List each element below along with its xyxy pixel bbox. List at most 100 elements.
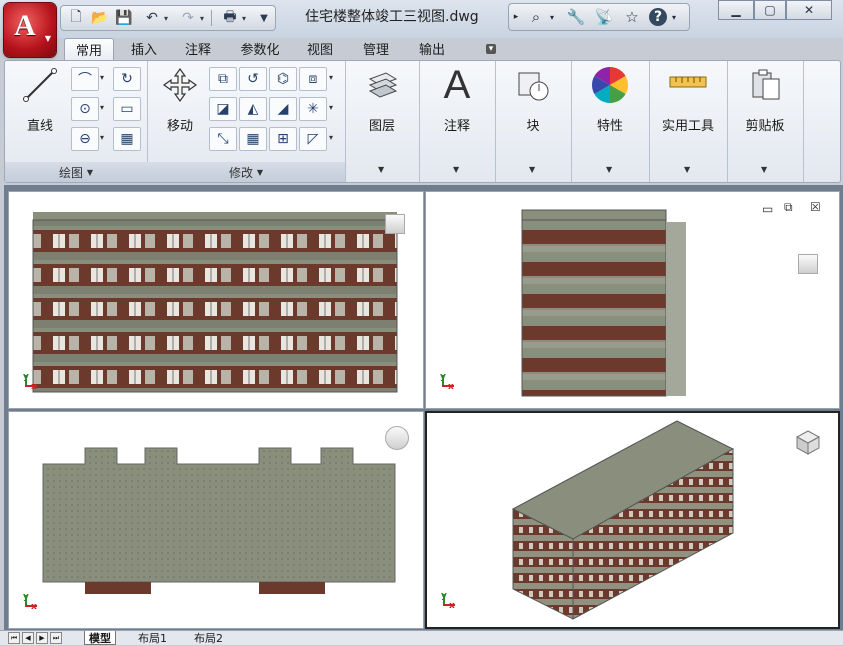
tab-layout1[interactable]: 布局1 bbox=[134, 631, 171, 645]
undo-dropdown-icon[interactable]: ▾ bbox=[161, 8, 171, 28]
utilities-button[interactable]: 实用工具 bbox=[653, 65, 723, 134]
annotation-dropdown-icon[interactable]: ▼ bbox=[453, 165, 459, 174]
layers-panel: 图层 ▼ bbox=[345, 61, 420, 182]
help-icon[interactable]: ? bbox=[649, 8, 667, 26]
tab-model[interactable]: 模型 bbox=[84, 631, 116, 645]
explode-icon[interactable]: ✳ bbox=[299, 97, 327, 121]
circle-dropdown-icon[interactable]: ▾ bbox=[100, 103, 104, 112]
tab-output[interactable]: 输出 bbox=[408, 38, 456, 59]
viewcube-isometric[interactable] bbox=[795, 429, 821, 455]
tab-view[interactable]: 视图 bbox=[296, 38, 344, 59]
circle-icon[interactable]: ⊙ bbox=[71, 97, 99, 121]
communication-center-icon[interactable]: 📡 bbox=[593, 7, 615, 27]
move-icon bbox=[160, 65, 200, 105]
chamfer-icon[interactable]: ◸ bbox=[299, 127, 327, 151]
annotation-button[interactable]: A 注释 bbox=[431, 63, 483, 135]
utilities-dropdown-icon[interactable]: ▼ bbox=[684, 165, 690, 174]
fillet-icon[interactable]: ◢ bbox=[269, 97, 297, 121]
clipboard-icon bbox=[745, 65, 785, 105]
trim-icon[interactable]: ⌬ bbox=[269, 67, 297, 91]
redo-dropdown-icon[interactable]: ▾ bbox=[197, 8, 207, 28]
save-icon[interactable]: 💾 bbox=[113, 8, 135, 28]
block-button[interactable]: 块 bbox=[507, 65, 559, 134]
ucs-icon: yx bbox=[23, 372, 37, 392]
close-button[interactable]: ✕ bbox=[786, 0, 832, 20]
last-layout-icon[interactable]: ⏭ bbox=[50, 632, 62, 644]
binoculars-icon[interactable]: ⌕ bbox=[525, 7, 547, 27]
maximize-button[interactable]: ▢ bbox=[754, 0, 786, 20]
redo-icon[interactable]: ↷ bbox=[177, 8, 199, 28]
polyline-dropdown-icon[interactable]: ▾ bbox=[100, 73, 104, 82]
expand-search-icon[interactable]: ▸ bbox=[511, 7, 521, 27]
polyline-icon[interactable]: ⌒ bbox=[71, 67, 99, 91]
search-dropdown-icon[interactable]: ▾ bbox=[547, 7, 557, 27]
hatch-icon[interactable]: ▦ bbox=[113, 127, 141, 151]
explode-dropdown-icon[interactable]: ▾ bbox=[329, 103, 333, 112]
clipboard-dropdown-icon[interactable]: ▼ bbox=[761, 165, 767, 174]
first-layout-icon[interactable]: ⏮ bbox=[8, 632, 20, 644]
subscription-icon[interactable]: 🔧 bbox=[565, 7, 587, 27]
prev-layout-icon[interactable]: ◀ bbox=[22, 632, 34, 644]
help-dropdown-icon[interactable]: ▾ bbox=[669, 7, 679, 27]
tab-manage[interactable]: 管理 bbox=[352, 38, 400, 59]
ellipse-dropdown-icon[interactable]: ▾ bbox=[100, 133, 104, 142]
properties-button[interactable]: 特性 bbox=[583, 65, 637, 134]
viewport-restore-icon[interactable]: ⧉ bbox=[784, 200, 793, 215]
rotate-icon[interactable]: ↺ bbox=[239, 67, 267, 91]
ellipse-icon[interactable]: ⊖ bbox=[71, 127, 99, 151]
line-button[interactable]: 直线 bbox=[15, 65, 65, 134]
tab-parametric[interactable]: 参数化 bbox=[230, 38, 290, 59]
block-icon bbox=[513, 65, 553, 105]
viewport-plan[interactable]: yx bbox=[8, 411, 424, 629]
layers-button[interactable]: 图层 bbox=[357, 65, 407, 134]
ribbon-minimize-icon[interactable]: ▾ bbox=[478, 38, 504, 59]
application-menu-button[interactable]: A ▼ bbox=[4, 3, 56, 57]
array-icon[interactable]: ▦ bbox=[239, 127, 267, 151]
viewport-close-icon[interactable]: ☒ bbox=[810, 200, 821, 214]
erase-icon[interactable]: ⧈ bbox=[299, 67, 327, 91]
move-button[interactable]: 移动 bbox=[155, 65, 205, 134]
roof-plan-drawing bbox=[42, 447, 396, 594]
drawing-workspace[interactable]: yx ▭ ⧉ ☒ yx y x y x bbox=[4, 185, 843, 630]
app-menu-dropdown-icon: ▼ bbox=[44, 34, 51, 43]
title-bar: 🗋 📂 💾 ↶ ▾ ↷ ▾ 🖶 ▾ ▼ 住宅楼整体竣工三视图.dwg ▸ ⌕ ▾… bbox=[0, 0, 843, 38]
viewcube-front[interactable] bbox=[385, 214, 405, 234]
draw-panel-label[interactable]: 绘图 ▼ bbox=[5, 162, 147, 182]
stretch-icon[interactable]: ◪ bbox=[209, 97, 237, 121]
viewcube-side[interactable] bbox=[798, 254, 818, 274]
tab-annotate[interactable]: 注释 bbox=[174, 38, 222, 59]
chamfer-dropdown-icon[interactable]: ▾ bbox=[329, 133, 333, 142]
print-icon[interactable]: 🖶 bbox=[219, 8, 241, 28]
print-dropdown-icon[interactable]: ▾ bbox=[239, 8, 249, 28]
minimize-button[interactable]: ▁ bbox=[718, 0, 754, 20]
next-layout-icon[interactable]: ▶ bbox=[36, 632, 48, 644]
layers-icon bbox=[362, 65, 402, 105]
viewport-isometric[interactable]: yx bbox=[425, 411, 840, 629]
layers-dropdown-icon[interactable]: ▼ bbox=[378, 165, 384, 174]
new-file-icon[interactable]: 🗋 bbox=[65, 8, 87, 28]
properties-dropdown-icon[interactable]: ▼ bbox=[606, 165, 612, 174]
tab-home[interactable]: 常用 bbox=[64, 38, 114, 60]
mirror-icon[interactable]: ◭ bbox=[239, 97, 267, 121]
offset-icon[interactable]: ⊞ bbox=[269, 127, 297, 151]
erase-dropdown-icon[interactable]: ▾ bbox=[329, 73, 333, 82]
copy-icon[interactable]: ⧉ bbox=[209, 67, 237, 91]
viewport-minimize-icon[interactable]: ▭ bbox=[762, 202, 773, 216]
viewport-front[interactable]: yx bbox=[8, 191, 424, 409]
block-dropdown-icon[interactable]: ▼ bbox=[529, 165, 535, 174]
tab-layout2[interactable]: 布局2 bbox=[190, 631, 227, 645]
side-elevation-drawing bbox=[521, 209, 686, 397]
viewcube-plan[interactable] bbox=[385, 426, 409, 450]
tab-insert[interactable]: 插入 bbox=[120, 38, 168, 59]
open-file-icon[interactable]: 📂 bbox=[89, 8, 111, 28]
window-controls: ▁ ▢ ✕ bbox=[718, 0, 836, 20]
qat-customize-icon[interactable]: ▼ bbox=[253, 8, 275, 28]
scale-icon[interactable]: ⤡ bbox=[209, 127, 237, 151]
undo-icon[interactable]: ↶ bbox=[141, 8, 163, 28]
rectangle-icon[interactable]: ▭ bbox=[113, 97, 141, 121]
arc-icon[interactable]: ↻ bbox=[113, 67, 141, 91]
modify-panel-label[interactable]: 修改 ▼ bbox=[147, 162, 345, 182]
favorites-star-icon[interactable]: ☆ bbox=[621, 7, 643, 27]
viewport-side[interactable]: ▭ ⧉ ☒ yx bbox=[425, 191, 840, 409]
clipboard-button[interactable]: 剪贴板 bbox=[735, 65, 795, 134]
